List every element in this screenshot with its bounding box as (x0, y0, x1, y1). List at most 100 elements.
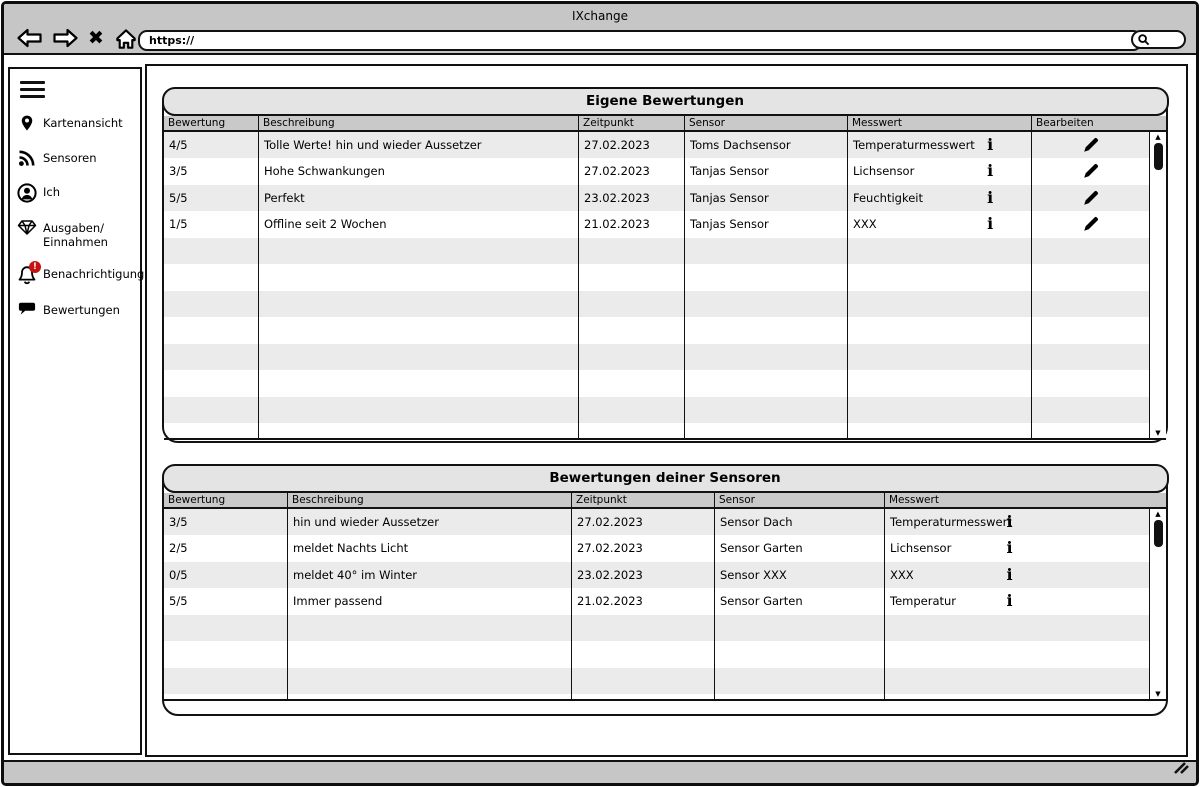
info-icon[interactable]: i (1006, 540, 1012, 556)
menu-icon[interactable] (20, 81, 45, 98)
info-icon[interactable]: i (987, 163, 993, 179)
sidebar-item-label: Kartenansicht (43, 114, 123, 130)
column-header: Bewertung (164, 116, 259, 130)
url-input[interactable]: https:// (138, 30, 1142, 51)
sidebar-item-label: Ausgaben/ Einnahmen (43, 219, 108, 249)
info-icon[interactable]: i (987, 216, 993, 232)
sidebar-item-benachrichtigungen[interactable]: ! Benachrichtigungen (17, 265, 133, 285)
table-cell: 3/5 (164, 509, 288, 536)
ratings-table-sensors: BewertungBeschreibungZeitpunktSensorMess… (164, 493, 1166, 701)
table-cell: Lichsensori (848, 158, 1032, 185)
table-cell (288, 641, 572, 668)
table-body: 3/5hin und wieder Aussetzer27.02.2023Sen… (164, 509, 1166, 699)
sidebar-item-label: Ich (43, 183, 60, 199)
forward-icon[interactable] (52, 27, 79, 49)
sidebar-item-ich[interactable]: Ich (17, 183, 133, 203)
table-cell (848, 238, 1032, 265)
table-cell: 23.02.2023 (579, 185, 685, 212)
table-row (164, 668, 1166, 695)
column-header: Beschreibung (259, 116, 579, 130)
resize-handle-icon[interactable] (1172, 760, 1190, 779)
info-icon[interactable]: i (1006, 567, 1012, 583)
edit-icon[interactable] (1082, 136, 1100, 154)
scrollbar-thumb[interactable] (1154, 143, 1163, 170)
home-icon[interactable] (113, 27, 139, 50)
table-cell (848, 264, 1032, 291)
scroll-up-icon[interactable]: ▲ (1155, 132, 1160, 142)
cell-value: Perfekt (264, 191, 305, 205)
scroll-up-icon[interactable]: ▲ (1155, 509, 1160, 519)
column-header: Zeitpunkt (579, 116, 685, 130)
sidebar-item-ausgaben-einnahmen[interactable]: Ausgaben/ Einnahmen (17, 219, 133, 249)
table-cell (848, 397, 1032, 424)
table-row (164, 641, 1166, 668)
table-cell: Temperaturmesswerti (848, 132, 1032, 159)
scrollbar[interactable]: ▲ ▼ (1149, 509, 1166, 699)
table-row (164, 317, 1166, 344)
table-cell (259, 317, 579, 344)
table-cell: Temperaturmesswerti (885, 509, 1149, 536)
table-cell: Sensor Garten (715, 535, 885, 562)
cell-value: Tanjas Sensor (690, 191, 769, 205)
cell-value: meldet Nachts Licht (293, 541, 408, 555)
search-icon (1137, 33, 1151, 47)
cell-value: Tolle Werte! hin und wieder Aussetzer (264, 138, 482, 152)
edit-icon[interactable] (1082, 189, 1100, 207)
info-icon[interactable]: i (987, 190, 993, 206)
back-icon[interactable] (16, 27, 43, 49)
column-header: Bearbeiten (1032, 116, 1166, 130)
sidebar-item-kartenansicht[interactable]: Kartenansicht (17, 114, 133, 133)
browser-chrome: IXchange ✖ https:// (4, 4, 1196, 55)
table-cell (164, 238, 259, 265)
table-row (164, 694, 1166, 699)
sidebar-item-sensoren[interactable]: Sensoren (17, 149, 133, 167)
search-input[interactable] (1131, 30, 1186, 49)
column-header: Sensor (685, 116, 848, 130)
table-cell (259, 344, 579, 371)
cell-value: 5/5 (169, 191, 188, 205)
info-icon[interactable]: i (1006, 514, 1012, 530)
table-cell (715, 668, 885, 695)
table-cell: 5/5 (164, 185, 259, 212)
edit-cell (1032, 158, 1149, 185)
cell-value: 3/5 (169, 515, 188, 529)
table-cell: Toms Dachsensor (685, 132, 848, 159)
main-content: Eigene Bewertungen BewertungBeschreibung… (145, 64, 1188, 757)
table-cell: Tanjas Sensor (685, 158, 848, 185)
panel-bewertungen-deiner-sensoren: Bewertungen deiner Sensoren BewertungBes… (162, 464, 1168, 716)
table-cell: Tanjas Sensor (685, 211, 848, 238)
table-cell (1032, 264, 1149, 291)
sidebar-item-bewertungen[interactable]: Bewertungen (17, 301, 133, 317)
column-header: Bewertung (164, 493, 288, 507)
table-cell (1032, 397, 1149, 424)
table-cell (685, 317, 848, 344)
edit-icon[interactable] (1082, 215, 1100, 233)
cell-value: Sensor Garten (720, 594, 803, 608)
table-cell (685, 344, 848, 371)
table-cell (259, 423, 579, 438)
scroll-down-icon[interactable]: ▼ (1155, 689, 1160, 699)
table-cell (164, 423, 259, 438)
cell-value: 3/5 (169, 164, 188, 178)
cell-value: 1/5 (169, 217, 188, 231)
column-header: Zeitpunkt (572, 493, 715, 507)
info-icon[interactable]: i (1006, 593, 1012, 609)
table-row: 5/5Perfekt23.02.2023Tanjas SensorFeuchti… (164, 185, 1166, 212)
label-line-2: Einnahmen (43, 235, 108, 249)
table-cell (579, 423, 685, 438)
table-cell: 21.02.2023 (572, 588, 715, 615)
table-cell (259, 370, 579, 397)
table-row (164, 238, 1166, 265)
browser-nav: ✖ (16, 25, 139, 51)
table-cell: Offline seit 2 Wochen (259, 211, 579, 238)
table-cell (579, 397, 685, 424)
stop-icon[interactable]: ✖ (88, 28, 104, 48)
table-cell (579, 370, 685, 397)
scroll-down-icon[interactable]: ▼ (1155, 428, 1160, 438)
scrollbar-thumb[interactable] (1154, 520, 1163, 547)
table-cell: Tolle Werte! hin und wieder Aussetzer (259, 132, 579, 159)
edit-icon[interactable] (1082, 162, 1100, 180)
info-icon[interactable]: i (987, 137, 993, 153)
table-row (164, 615, 1166, 642)
scrollbar[interactable]: ▲ ▼ (1149, 132, 1166, 438)
